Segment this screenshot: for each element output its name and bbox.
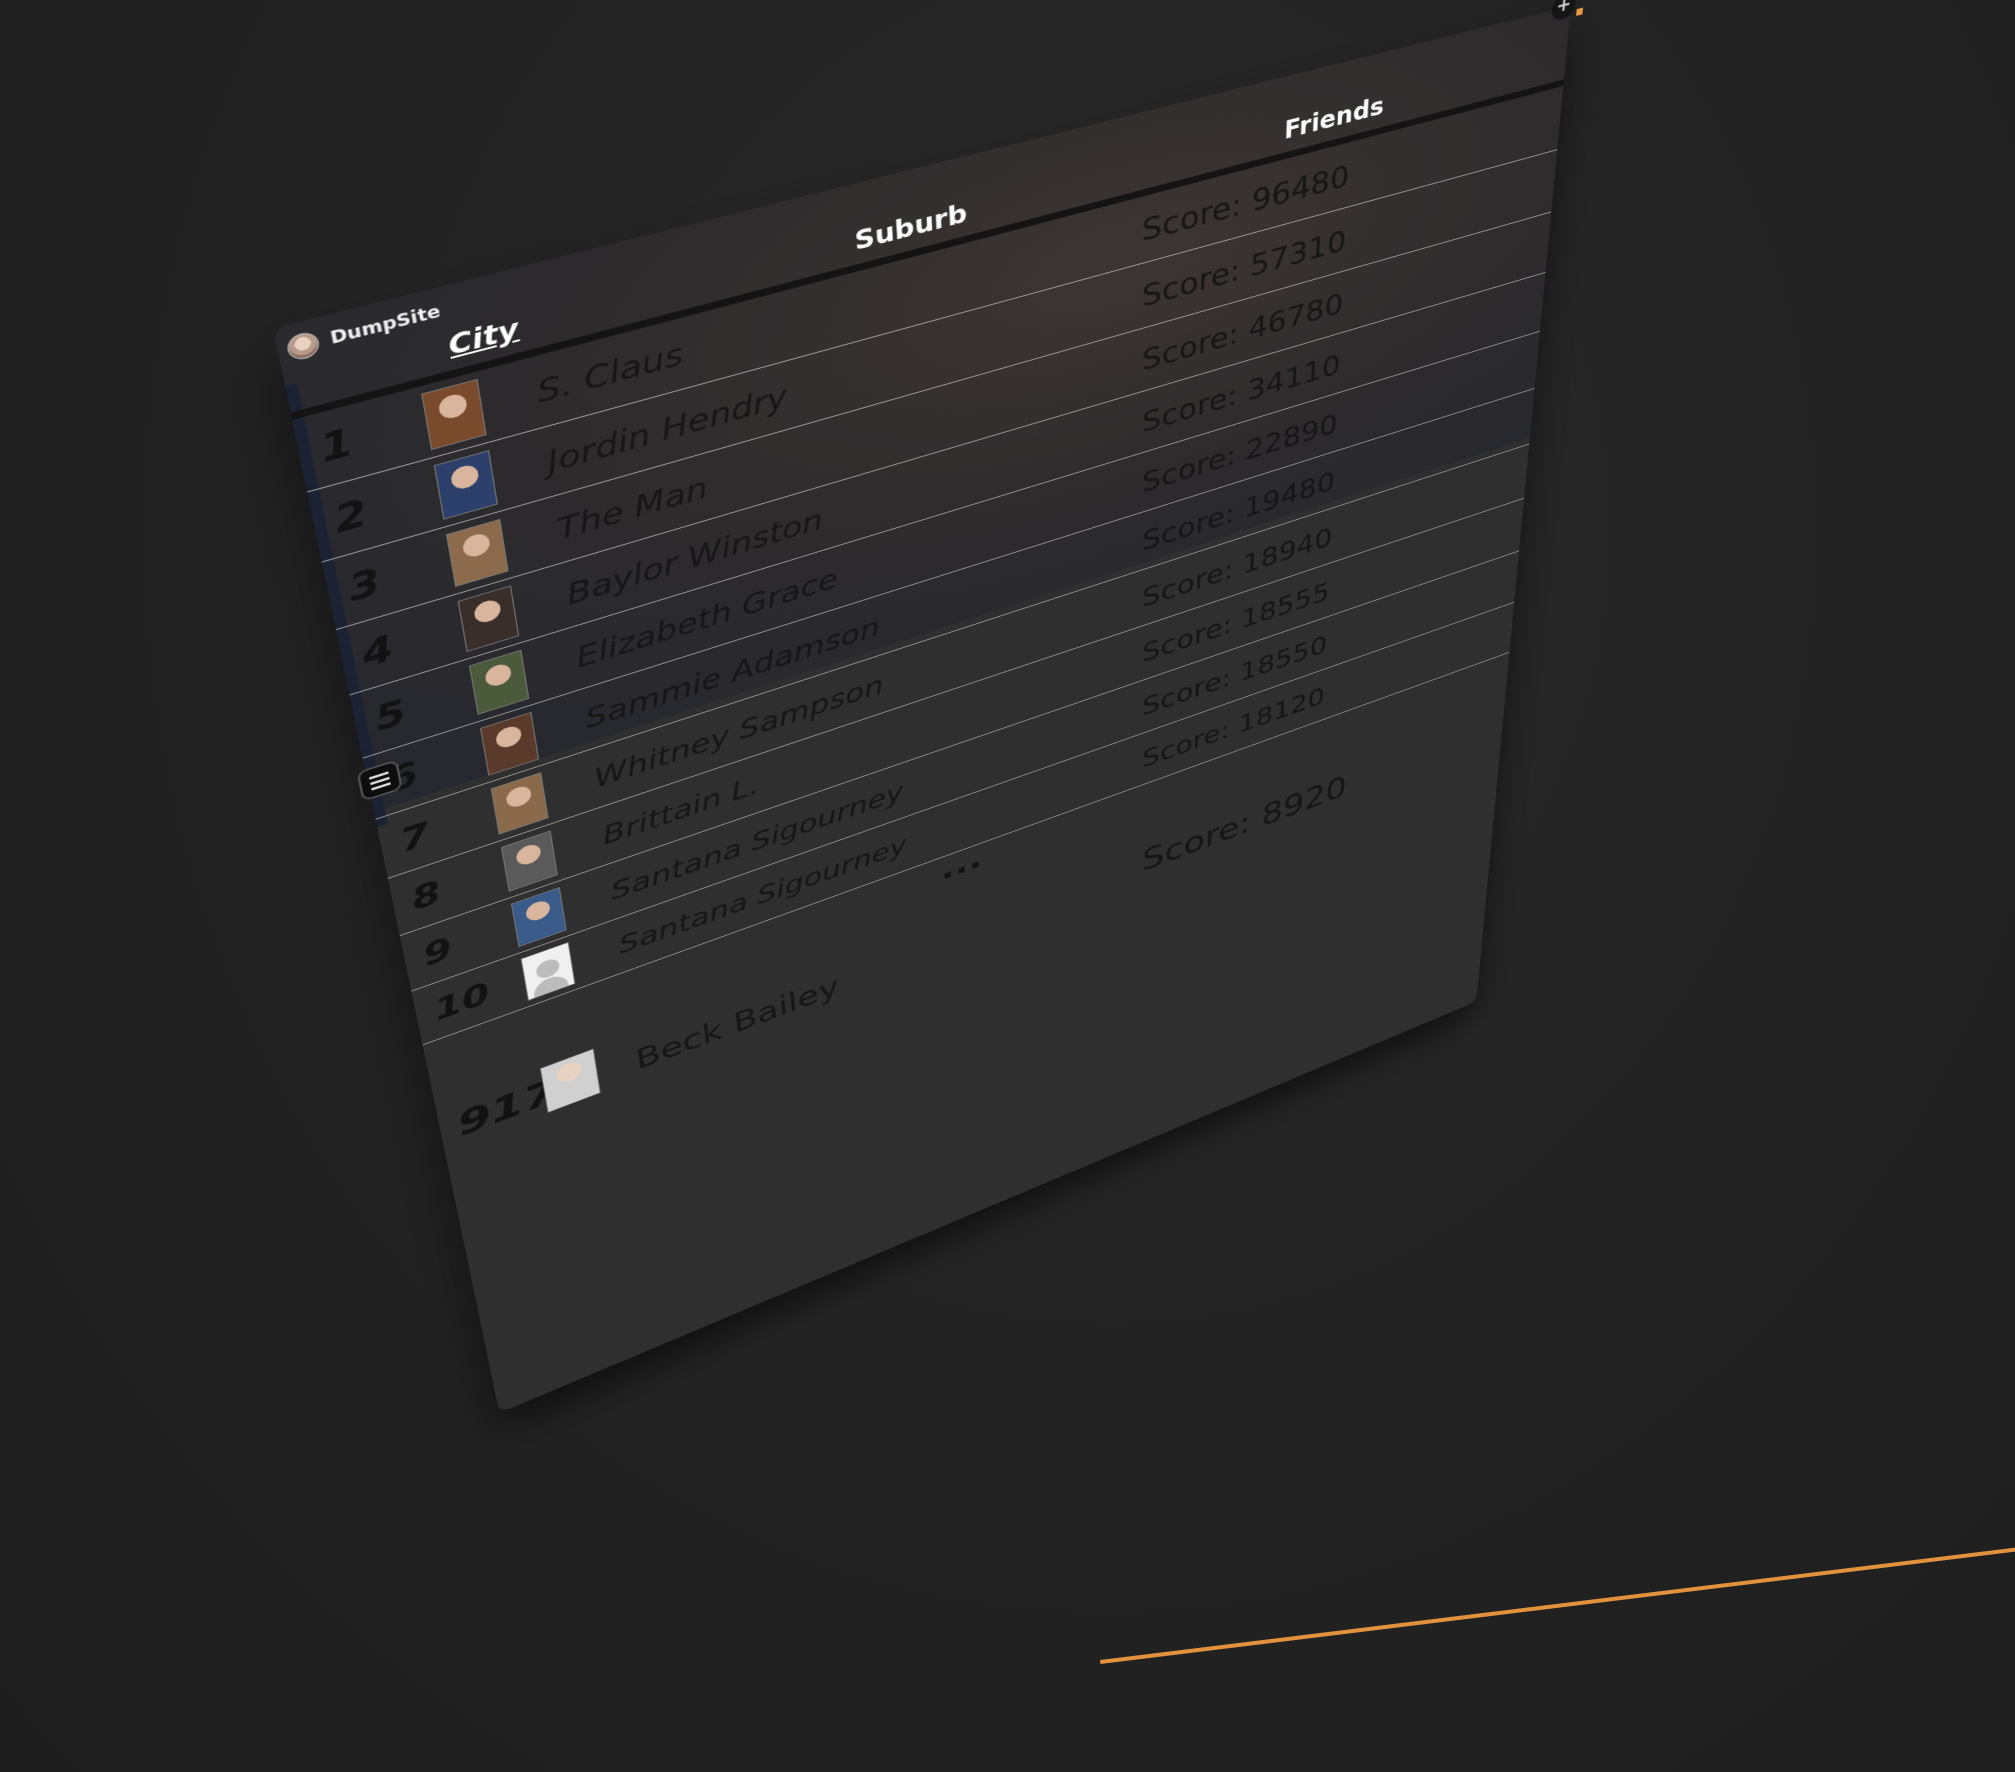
avatar <box>457 585 520 652</box>
accent-marker <box>1576 7 1584 16</box>
avatar <box>421 378 487 451</box>
row-rank: 2 <box>331 492 371 542</box>
current-user-avatar <box>539 1048 601 1113</box>
avatar <box>433 450 498 520</box>
row-rank: 4 <box>358 628 397 676</box>
avatar <box>480 711 540 776</box>
avatar <box>445 518 509 587</box>
avatar <box>490 772 549 835</box>
row-rank: 10 <box>431 976 493 1028</box>
avatar <box>510 887 567 948</box>
avatar <box>469 649 530 715</box>
row-rank: 8 <box>408 874 444 918</box>
add-button[interactable]: + <box>1550 0 1577 23</box>
row-rank: 3 <box>345 561 384 610</box>
row-rank: 1 <box>316 420 358 472</box>
default-avatar-icon <box>520 941 576 1001</box>
leaderboard-panel: DumpSite + City Suburb Friends 1 S. Claus… <box>272 0 1584 1414</box>
current-user-score: Score: 8920 <box>1142 768 1348 879</box>
row-rank: 5 <box>371 693 410 740</box>
row-rank: 9 <box>420 931 455 974</box>
current-user-name: Beck Bailey <box>633 970 840 1077</box>
perspective-container: DumpSite + City Suburb Friends 1 S. Claus… <box>0 0 2015 1772</box>
screen-background: DumpSite + City Suburb Friends 1 S. Claus… <box>0 0 2015 1772</box>
avatar <box>500 830 558 892</box>
plus-icon: + <box>1555 0 1573 18</box>
row-rank: 7 <box>396 816 433 860</box>
